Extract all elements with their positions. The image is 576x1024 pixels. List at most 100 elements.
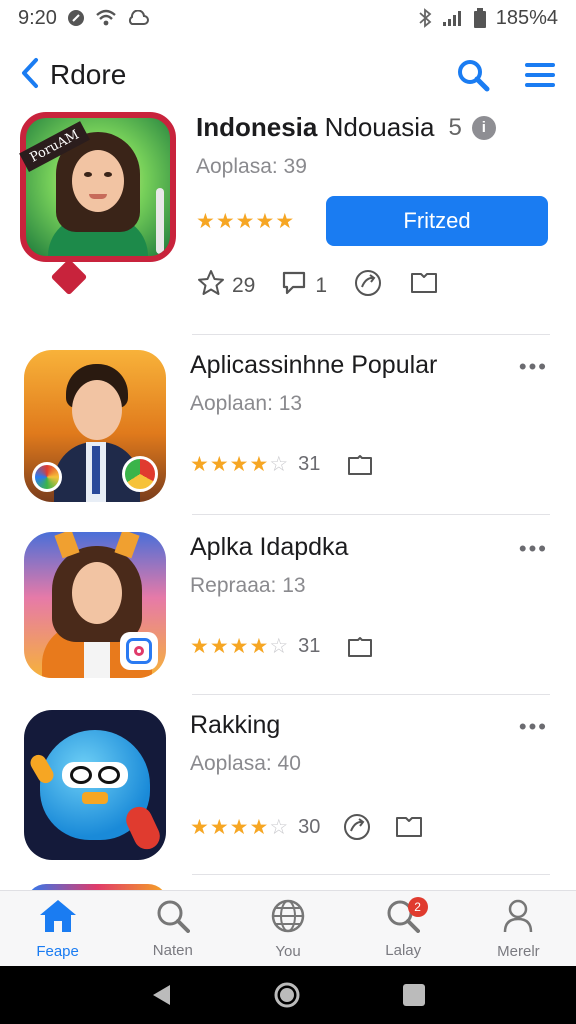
globe-icon xyxy=(270,898,306,939)
menu-icon[interactable] xyxy=(524,61,556,89)
nav-label: Merelr xyxy=(497,942,540,960)
star-empty-icon: ☆ xyxy=(269,453,289,476)
back-button[interactable]: Rdore xyxy=(20,57,126,94)
nav-item-lalay[interactable]: 2 Lalay xyxy=(346,891,461,966)
app-icon[interactable] xyxy=(24,350,166,502)
featured-title-number: 5 xyxy=(448,113,462,141)
app-title: Aplka Idapdka xyxy=(190,533,349,561)
rating-count: 30 xyxy=(298,815,321,838)
star-filled-icon: ★ xyxy=(229,815,249,839)
app-row[interactable]: Aplicassinhne Popular Aoplaan: 13 ★ ★ ★ ★ ☆ … xyxy=(0,334,576,514)
app-header: Rdore xyxy=(0,50,576,100)
bookmark-icon[interactable] xyxy=(346,636,374,658)
media-icon xyxy=(67,9,85,27)
comment-action[interactable]: 1 xyxy=(281,269,327,303)
share-icon[interactable] xyxy=(342,812,372,842)
back-triangle-icon[interactable] xyxy=(150,983,172,1007)
home-icon xyxy=(38,898,78,939)
notification-badge: 2 xyxy=(407,897,428,917)
nav-item-home[interactable]: Feape xyxy=(0,891,115,966)
more-options-button[interactable]: ••• xyxy=(519,536,548,562)
wifi-icon xyxy=(95,9,117,27)
status-time: 9:20 xyxy=(18,6,57,29)
app-icon[interactable] xyxy=(24,532,166,678)
comment-icon xyxy=(281,269,309,303)
star-filled-icon: ★ xyxy=(235,210,255,233)
star-filled-icon: ★ xyxy=(229,635,249,658)
featured-app-icon[interactable]: PoruAM xyxy=(19,112,176,262)
featured-actions: 29 1 xyxy=(196,268,548,304)
home-circle-icon[interactable] xyxy=(273,981,301,1009)
browser-badge-icon xyxy=(32,462,62,492)
featured-app-row[interactable]: PoruAM Indonesia Ndouasia 5 i Aoplasa: 3… xyxy=(0,112,576,334)
recents-square-icon[interactable] xyxy=(402,983,426,1007)
profile-icon xyxy=(502,898,534,939)
bookmark-icon[interactable] xyxy=(346,454,374,476)
star-filled-icon: ★ xyxy=(209,635,229,658)
app-title: Rakking xyxy=(190,711,281,739)
star-filled-icon: ★ xyxy=(190,635,209,658)
chrome-badge-icon xyxy=(122,456,158,492)
signal-icon xyxy=(442,9,464,27)
nav-item-search[interactable]: Naten xyxy=(115,891,230,966)
star-outline-icon xyxy=(196,268,226,304)
app-subtitle: Aoplasa: 40 xyxy=(190,752,301,775)
star-filled-icon: ★ xyxy=(215,210,235,233)
rating-count: 31 xyxy=(298,635,321,657)
divider xyxy=(192,874,550,875)
bottom-navigation: Feape Naten You 2 Lalay Merelr xyxy=(0,890,576,966)
nav-item-you[interactable]: You xyxy=(230,891,345,966)
nav-label: Naten xyxy=(152,941,193,959)
rating-stars: ★ ★ ★ ★ ★ xyxy=(196,209,294,234)
page-title: Rdore xyxy=(50,59,127,90)
more-options-button[interactable]: ••• xyxy=(519,354,548,380)
like-count: 29 xyxy=(232,274,256,297)
app-title: Aplicassinhne Popular xyxy=(190,351,438,379)
info-icon[interactable]: i xyxy=(471,115,496,140)
bubble-tail-decoration xyxy=(50,258,88,296)
rating-stars: ★ ★ ★ ★ ☆ xyxy=(190,452,288,477)
star-empty-icon: ☆ xyxy=(269,635,289,658)
star-filled-icon: ★ xyxy=(275,210,295,233)
camera-badge-icon xyxy=(120,632,158,670)
bluetooth-icon xyxy=(418,8,432,28)
star-filled-icon: ★ xyxy=(249,453,269,476)
search-icon[interactable] xyxy=(456,58,490,92)
cloud-icon xyxy=(127,10,149,26)
app-icon[interactable] xyxy=(24,710,166,860)
app-list: PoruAM Indonesia Ndouasia 5 i Aoplasa: 3… xyxy=(0,112,576,904)
featured-title: Indonesia Ndouasia xyxy=(196,112,435,142)
app-subtitle: Aoplaan: 13 xyxy=(190,392,303,415)
star-filled-icon: ★ xyxy=(249,815,269,839)
rating-count: 31 xyxy=(298,453,321,475)
status-bar: 9:20 185%4 xyxy=(0,0,576,36)
app-row[interactable]: Rakking Aoplasa: 40 ★ ★ ★ ★ ☆ 30 ••• xyxy=(0,694,576,874)
star-filled-icon: ★ xyxy=(190,815,209,839)
battery-icon xyxy=(473,8,486,28)
star-empty-icon: ☆ xyxy=(269,815,289,839)
comment-count: 1 xyxy=(315,274,328,297)
share-action[interactable] xyxy=(353,268,383,304)
nav-label: Lalay xyxy=(385,941,422,959)
more-options-button[interactable]: ••• xyxy=(519,714,548,740)
app-row[interactable]: Aplka Idapdka Repraaa: 13 ★ ★ ★ ★ ☆ 31 ••• xyxy=(0,514,576,694)
share-icon xyxy=(353,268,383,304)
bookmark-icon xyxy=(409,271,439,301)
star-filled-icon: ★ xyxy=(209,453,229,476)
star-filled-icon: ★ xyxy=(249,635,269,658)
bookmark-icon[interactable] xyxy=(394,815,424,839)
nav-item-profile[interactable]: Merelr xyxy=(461,891,576,966)
install-button[interactable]: Fritzed xyxy=(326,196,548,246)
star-filled-icon: ★ xyxy=(196,210,215,233)
star-filled-icon: ★ xyxy=(255,210,275,233)
bookmark-action[interactable] xyxy=(409,271,439,301)
battery-level: 185%4 xyxy=(495,6,558,29)
star-filled-icon: ★ xyxy=(209,815,229,839)
rating-stars: ★ ★ ★ ★ ☆ xyxy=(190,815,288,840)
app-subtitle: Repraaa: 13 xyxy=(190,574,306,597)
chevron-left-icon xyxy=(20,57,40,94)
like-action[interactable]: 29 xyxy=(196,268,255,304)
system-navigation xyxy=(0,966,576,1024)
featured-subtitle: Aoplasa: 39 xyxy=(196,155,307,178)
search-icon xyxy=(156,899,190,938)
